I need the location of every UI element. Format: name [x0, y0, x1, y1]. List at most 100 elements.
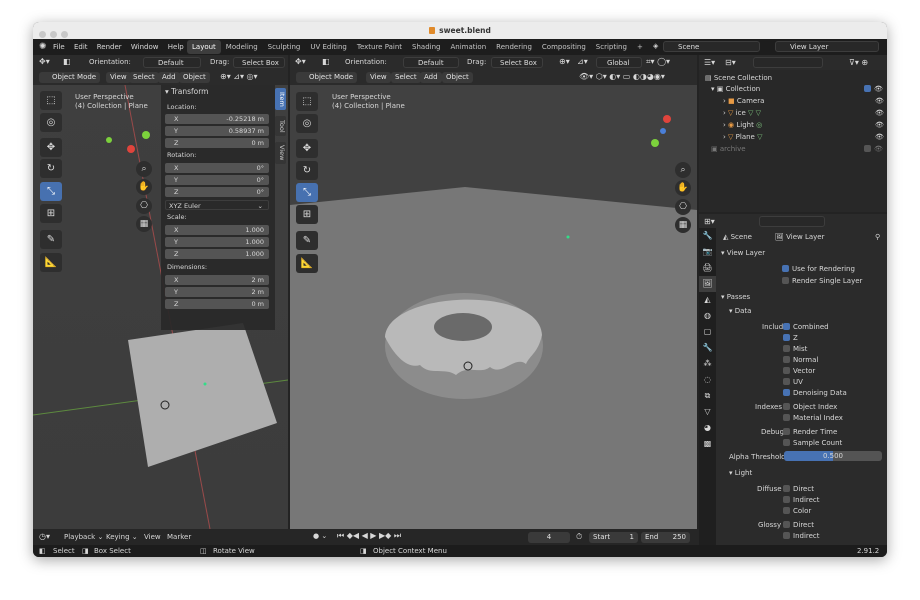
pan-hand-icon[interactable]: ✋	[136, 179, 152, 195]
transform-pivot-icon[interactable]: ⊕▾	[559, 57, 570, 66]
alpha-threshold-slider[interactable]: 0.500	[784, 451, 882, 461]
modifier-tab-icon[interactable]: 🔧	[699, 340, 716, 356]
outliner-editor-icon[interactable]: ☰▾	[704, 58, 715, 67]
passes-section-header[interactable]: ▾ Passes	[721, 293, 750, 301]
location-x-field[interactable]: X -0.25218 m	[165, 114, 269, 124]
viewport-overlays-icon[interactable]: 👁▾ ⬡▾ ◐▾ ▭ ◐◑◕◉▾	[579, 72, 665, 81]
sidebar-tab-view[interactable]: View	[275, 142, 286, 164]
start-frame-field[interactable]: Start 1	[589, 532, 638, 543]
scale-x-field[interactable]: X 1.000	[165, 225, 269, 235]
select-tool-icon[interactable]: ⬚	[40, 91, 62, 110]
sidebar-tab-item[interactable]: Item	[275, 88, 286, 110]
gizmo-y[interactable]	[142, 131, 150, 139]
zoom-icon[interactable]: ⌕	[675, 162, 691, 178]
sidebar-tab-tool[interactable]: Tool	[275, 116, 286, 136]
mode-dropdown[interactable]: Object Mode	[296, 72, 358, 83]
rotation-x-field[interactable]: X 0°	[165, 163, 269, 173]
menu-select[interactable]: Select	[129, 72, 159, 83]
glossy-indirect-checkbox[interactable]: Indirect	[783, 532, 820, 540]
transform-tool-icon[interactable]: ⊞	[296, 205, 318, 224]
outliner-item-light[interactable]: › ◉ Light ◎	[723, 121, 762, 129]
grid-view-icon[interactable]: ▦	[136, 216, 152, 232]
main-viewport[interactable]: User Perspective (4) Collection | Plane …	[290, 85, 697, 547]
physics-tab-icon[interactable]: ◌	[699, 372, 716, 388]
dimensions-z-field[interactable]: Z0 m	[165, 299, 269, 309]
pass-denoising-checkbox[interactable]: Denoising Data	[783, 389, 847, 397]
timeline-menu-keying[interactable]: Keying ⌄	[106, 533, 138, 541]
archive-visibility-icon[interactable]: 👁	[864, 145, 883, 153]
gizmo-x[interactable]	[127, 145, 135, 153]
dimensions-x-field[interactable]: X2 m	[165, 275, 269, 285]
rotation-mode-dropdown[interactable]: XYZ Euler ⌄	[165, 200, 269, 210]
orientation-dropdown[interactable]: Default	[403, 57, 459, 68]
dimensions-y-field[interactable]: Y2 m	[165, 287, 269, 297]
menu-render[interactable]: Render	[97, 43, 122, 51]
pass-uv-checkbox[interactable]: UV	[783, 378, 803, 386]
ice-visibility-icon[interactable]: 👁	[875, 109, 884, 117]
transform-pivot-icon[interactable]: ⊕▾ ⊿▾ ◎▾	[220, 72, 258, 81]
annotate-tool-icon[interactable]: ✎	[296, 231, 318, 250]
drag-dropdown[interactable]: Select Box	[233, 57, 285, 68]
material-tab-icon[interactable]: ◕	[699, 420, 716, 436]
menu-help[interactable]: Help	[168, 43, 184, 51]
annotate-tool-icon[interactable]: ✎	[40, 230, 62, 249]
scene-selector[interactable]: Scene	[663, 41, 760, 52]
rotation-z-field[interactable]: Z 0°	[165, 187, 269, 197]
pass-z-checkbox[interactable]: Z	[783, 334, 798, 342]
transform-tool-icon[interactable]: ⊞	[40, 204, 62, 223]
orientation-dropdown[interactable]: Default	[143, 57, 201, 68]
cursor-tool-icon[interactable]: ◎	[296, 114, 318, 133]
sample-count-checkbox[interactable]: Sample Count	[783, 439, 842, 447]
location-z-field[interactable]: Z0 m	[165, 138, 269, 148]
tab-scripting[interactable]: Scripting	[591, 40, 632, 54]
editor-type-icon[interactable]: ✥▾	[39, 57, 50, 66]
tool-tab-icon[interactable]: 🔧	[699, 228, 716, 244]
tool-settings-icon[interactable]: ◧	[63, 57, 71, 66]
transform-header[interactable]: ▾ Transform	[165, 87, 208, 96]
timeline-menu-playback[interactable]: Playback ⌄	[64, 533, 103, 541]
minimize-window-button[interactable]	[50, 31, 57, 38]
rotate-tool-icon[interactable]: ↻	[40, 159, 62, 178]
tab-texture-paint[interactable]: Texture Paint	[352, 40, 407, 54]
select-tool-icon[interactable]: ⬚	[296, 92, 318, 111]
menu-edit[interactable]: Edit	[74, 43, 88, 51]
glossy-direct-checkbox[interactable]: Direct	[783, 521, 814, 529]
object-index-checkbox[interactable]: Object Index	[783, 403, 837, 411]
pass-normal-checkbox[interactable]: Normal	[783, 356, 818, 364]
location-y-field[interactable]: Y 0.58937 m	[165, 126, 269, 136]
drag-dropdown[interactable]: Select Box	[491, 57, 543, 68]
menu-window[interactable]: Window	[131, 43, 159, 51]
scale-tool-icon[interactable]: ⤡	[40, 182, 62, 201]
world-tab-icon[interactable]: ◍	[699, 308, 716, 324]
close-window-button[interactable]	[39, 31, 46, 38]
diffuse-direct-checkbox[interactable]: Direct	[783, 485, 814, 493]
data-tab-icon[interactable]: ▽	[699, 404, 716, 420]
texture-tab-icon[interactable]: ▩	[699, 436, 716, 452]
scale-y-field[interactable]: Y 1.000	[165, 237, 269, 247]
light-visibility-icon[interactable]: 👁	[875, 121, 884, 129]
data-subpanel-header[interactable]: ▾ Data	[729, 307, 751, 315]
mode-dropdown[interactable]: Object Mode	[39, 72, 101, 83]
rotation-y-field[interactable]: Y 0°	[165, 175, 269, 185]
menu-object[interactable]: Object	[179, 72, 210, 83]
scene-collection-row[interactable]: ▤ Scene Collection	[705, 74, 772, 82]
render-single-layer-checkbox[interactable]: Render Single Layer	[782, 277, 862, 285]
collection-row[interactable]: ▾ ▣ Collection	[711, 85, 760, 93]
tab-layout[interactable]: Layout	[187, 40, 221, 54]
scale-tool-icon[interactable]: ⤡	[296, 183, 318, 202]
pass-mist-checkbox[interactable]: Mist	[783, 345, 807, 353]
outliner-item-plane[interactable]: › ▽ Plane ▽	[723, 133, 762, 141]
tab-rendering[interactable]: Rendering	[491, 40, 537, 54]
tab-sculpting[interactable]: Sculpting	[263, 40, 306, 54]
editor-type-icon[interactable]: ✥▾	[295, 57, 306, 66]
playback-controls-icon[interactable]: ⏮ ◆◀ ◀ ▶ ▶◆ ⏭	[337, 531, 401, 541]
snap-icon[interactable]: ⌗▾ ◯▾	[646, 57, 670, 67]
move-tool-icon[interactable]: ✥	[40, 138, 62, 157]
display-mode-icon[interactable]: ⊟▾	[725, 58, 736, 67]
rotate-tool-icon[interactable]: ↻	[296, 161, 318, 180]
diffuse-color-checkbox[interactable]: Color	[783, 507, 811, 515]
tab-animation[interactable]: Animation	[445, 40, 491, 54]
gizmo-z[interactable]	[660, 128, 666, 134]
properties-editor-icon[interactable]: ⊞▾	[704, 217, 715, 226]
tab-modeling[interactable]: Modeling	[221, 40, 263, 54]
